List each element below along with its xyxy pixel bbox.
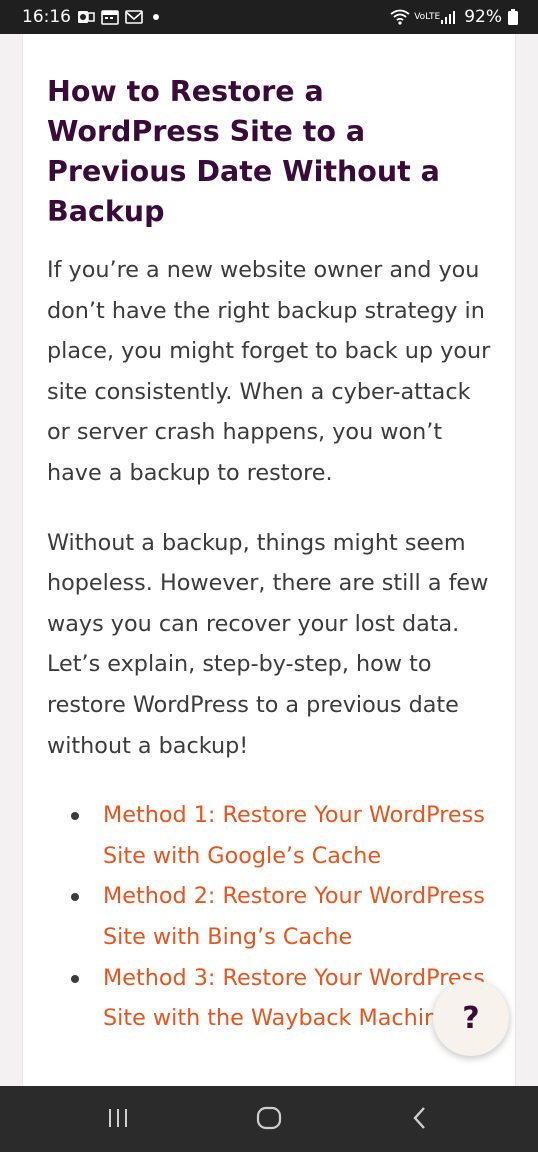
article-title: How to Restore a WordPress Site to a Pre… (47, 75, 440, 228)
paragraph-intro: If you’re a new website owner and you do… (47, 257, 491, 486)
method-1-link[interactable]: Method 1: Restore Your WordPress Site wi… (103, 802, 485, 869)
gmail-icon (125, 9, 143, 25)
methods-list: Method 1: Restore Your WordPress Site wi… (47, 795, 497, 1039)
bullet-icon (71, 893, 79, 902)
back-button[interactable] (390, 1100, 450, 1140)
home-icon (256, 1106, 282, 1135)
method-3-link[interactable]: Method 3: Restore Your WordPress Site wi… (103, 965, 485, 1032)
status-left: 16:16 (22, 7, 159, 27)
list-item[interactable]: Method 1: Restore Your WordPress Site wi… (71, 795, 497, 876)
notification-dot-icon (153, 14, 159, 20)
paragraph-without-backup: Without a backup, things might seem hope… (47, 529, 489, 759)
browser-page[interactable]: How to Restore a WordPress Site to a Pre… (0, 34, 538, 1086)
help-icon: ? (462, 1000, 480, 1036)
recents-button[interactable] (88, 1100, 148, 1140)
list-item[interactable]: Method 2: Restore Your WordPress Site wi… (71, 876, 497, 957)
wifi-icon (390, 9, 410, 25)
status-right: VoLTE 92% (390, 7, 518, 27)
method-2-link[interactable]: Method 2: Restore Your WordPress Site wi… (103, 883, 485, 950)
calendar-icon (101, 9, 119, 25)
clock: 16:16 (22, 7, 71, 27)
outlook-icon (77, 9, 95, 25)
battery-percent: 92% (464, 7, 502, 27)
status-bar: 16:16 VoLTE 92% (0, 0, 538, 34)
article-card: How to Restore a WordPress Site to a Pre… (22, 34, 516, 1086)
signal-icon (440, 9, 458, 25)
recents-icon (106, 1106, 130, 1135)
network-type: VoLTE (414, 11, 441, 22)
article-content: How to Restore a WordPress Site to a Pre… (47, 72, 497, 1039)
bullet-icon (71, 974, 79, 983)
help-button[interactable]: ? (433, 980, 509, 1056)
bullet-icon (71, 812, 79, 821)
home-button[interactable] (239, 1100, 299, 1140)
navigation-bar (0, 1086, 538, 1152)
back-icon (410, 1106, 430, 1135)
battery-icon (508, 9, 518, 25)
